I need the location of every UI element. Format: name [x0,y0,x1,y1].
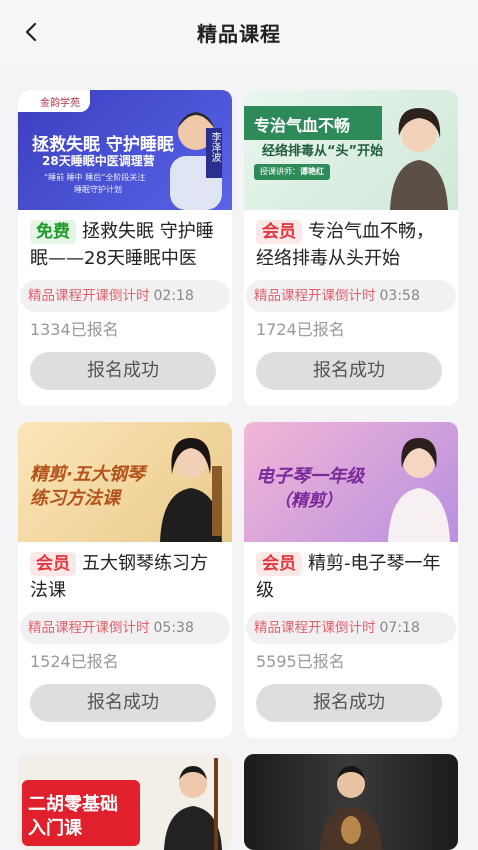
top-bar: 精品课程 [0,0,478,62]
teacher-photo [388,438,450,542]
thumbnail-note: “睡前 睡中 睡后”全阶段关注 [44,173,146,182]
course-thumbnail: 电子琴一年级 （精剪） [244,422,458,542]
course-card[interactable]: 二胡零基础 入门课 [18,754,232,850]
enrolled-count: 1724已报名 [256,320,345,339]
thumbnail-title: 电子琴一年级 [256,466,364,487]
course-title: 会员 五大钢琴练习方法课 [30,552,208,601]
teacher-photo [320,766,382,850]
thumbnail-subtitle: （精剪） [274,491,342,511]
course-title: 会员 专治气血不畅，经络排毒从头开始 [256,220,434,269]
course-card[interactable]: 金韵学苑 拯救失眠 守护睡眠 28天睡眠中医调理营 “睡前 睡中 睡后”全阶段关… [18,90,232,406]
course-title: 免费 拯救失眠 守护睡眠——28天睡眠中医 [30,220,214,269]
countdown-bar: 精品课程开课倒计时 05:38 [20,612,230,644]
enroll-button[interactable]: 报名成功 [30,684,216,722]
enrolled-count: 1524已报名 [30,652,119,671]
countdown-bar: 精品课程开课倒计时 07:18 [246,612,456,644]
course-thumbnail: 二胡零基础 入门课 [18,754,232,850]
enroll-button[interactable]: 报名成功 [256,352,442,390]
free-tag: 免费 [30,220,76,244]
teacher-photo [160,438,222,542]
course-thumbnail [244,754,458,850]
thumbnail-title: 精剪·五大钢琴 [30,464,145,485]
teacher-photo [164,758,222,850]
course-card[interactable]: 专治气血不畅 经络排毒从“头”开始 授课讲师：谭艳红 2024 会员专治气血不畅… [244,90,458,406]
countdown-time: 03:58 [379,288,420,304]
thumbnail-subtitle: 练习方法课 [30,488,120,509]
countdown-time: 07:18 [379,620,420,636]
enrolled-count: 1334已报名 [30,320,119,339]
vip-tag: 会员 [256,220,302,244]
teacher-photo [390,108,448,210]
vip-tag: 会员 [30,552,76,576]
course-card[interactable]: 精剪·五大钢琴 练习方法课 会员 五大钢琴练习方法课 精品课程开课倒计时 05:38… [18,422,232,738]
course-card[interactable] [244,754,458,850]
countdown-bar: 精品课程开课倒计时 03:58 [246,280,456,312]
teacher-name-badge: 李泽波 [206,128,222,178]
enroll-button[interactable]: 报名成功 [30,352,216,390]
course-card[interactable]: 电子琴一年级 （精剪） 会员 精剪-电子琴一年级 精品课程开课倒计时 07:18 5… [244,422,458,738]
thumbnail-note: 睡眠守护计划 [74,185,122,194]
course-title: 会员 精剪-电子琴一年级 [256,552,441,601]
vip-tag: 会员 [256,552,302,576]
thumbnail-subtitle: 经络排毒从“头”开始 [262,144,384,159]
course-thumbnail: 专治气血不畅 经络排毒从“头”开始 授课讲师：谭艳红 2024 [244,90,458,210]
thumbnail-subtitle: 入门课 [28,818,82,839]
page-title: 精品课程 [197,22,281,46]
course-thumbnail: 金韵学苑 拯救失眠 守护睡眠 28天睡眠中医调理营 “睡前 睡中 睡后”全阶段关… [18,90,232,210]
thumbnail-subtitle: 28天睡眠中医调理营 [42,154,155,168]
enroll-button[interactable]: 报名成功 [256,684,442,722]
teacher-label: 授课讲师：谭艳红 [254,164,330,180]
countdown-time: 05:38 [153,620,194,636]
thumbnail-brand: 金韵学苑 [40,98,80,109]
thumbnail-title: 二胡零基础 [28,794,118,815]
course-thumbnail: 精剪·五大钢琴 练习方法课 [18,422,232,542]
countdown-time: 02:18 [153,288,194,304]
enrolled-count: 5595已报名 [256,652,345,671]
thumbnail-title: 专治气血不畅 [254,116,351,135]
countdown-bar: 精品课程开课倒计时 02:18 [20,280,230,312]
